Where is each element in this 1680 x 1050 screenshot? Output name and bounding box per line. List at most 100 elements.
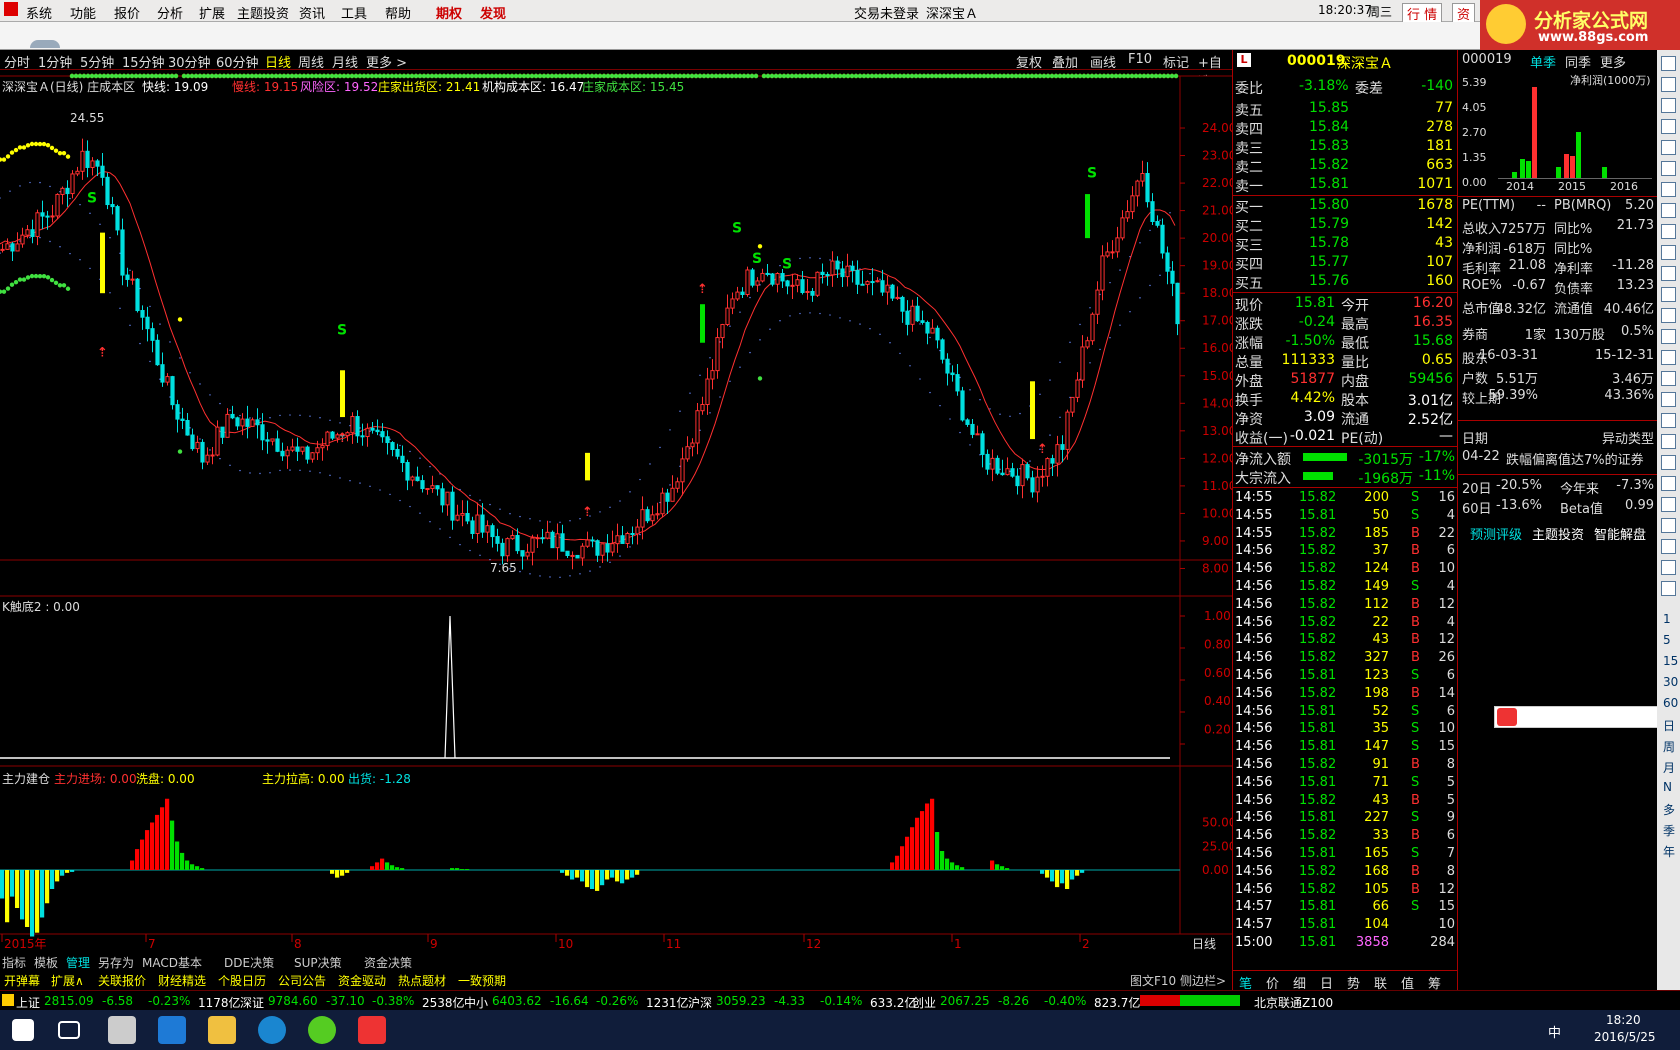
period-tab[interactable]: 月线 <box>332 52 358 71</box>
side-period-button[interactable]: 5 <box>1663 633 1671 647</box>
toolbar-knob[interactable] <box>30 40 60 48</box>
discover-menu[interactable]: 发现 <box>480 3 506 22</box>
side-period-button[interactable]: 60 <box>1663 696 1678 710</box>
side-tool-icon[interactable] <box>1661 560 1676 575</box>
menu-item[interactable]: 扩展 <box>199 3 225 22</box>
period-tab[interactable]: 60分钟 <box>216 52 259 71</box>
chart-tool[interactable]: 画线 <box>1090 52 1116 71</box>
side-tool-icon[interactable] <box>1661 287 1676 302</box>
graphic-f10-tab[interactable]: 图文F10 <box>1130 972 1176 989</box>
order-book-row[interactable]: 卖二 15.82 663 <box>1233 156 1457 176</box>
side-tool-icon[interactable] <box>1661 245 1676 260</box>
menu-item[interactable]: 工具 <box>341 3 367 22</box>
order-book-row[interactable]: 买五 15.76 160 <box>1233 272 1457 292</box>
chart-tool[interactable]: 标记 <box>1163 52 1189 71</box>
side-period-button[interactable]: 30 <box>1663 675 1678 689</box>
function-tab[interactable]: 关联报价 <box>98 972 146 989</box>
period-tab[interactable]: 1分钟 <box>38 52 72 71</box>
period-tab[interactable]: 分时 <box>4 52 30 71</box>
order-book-row[interactable]: 卖四 15.84 278 <box>1233 118 1457 138</box>
chart-tool[interactable]: 叠加 <box>1052 52 1078 71</box>
indicator-tab[interactable]: 另存为 <box>98 954 134 971</box>
side-tool-icon[interactable] <box>1661 56 1676 71</box>
function-tab[interactable]: 财经精选 <box>158 972 206 989</box>
order-book-row[interactable]: 买三 15.78 43 <box>1233 234 1457 254</box>
function-tab[interactable]: 资金驱动 <box>338 972 386 989</box>
side-tool-icon[interactable] <box>1661 392 1676 407</box>
kline-chart[interactable]: 深深宝Ａ(日线) 庄成本区 快线: 19.09 慢线: 19.15 风险区: 1… <box>0 70 1232 965</box>
side-period-button[interactable]: 日 <box>1663 717 1675 734</box>
indicator-tab[interactable]: MACD基本 <box>142 954 202 971</box>
asset-button[interactable]: 资 <box>1452 3 1476 24</box>
side-tool-icon[interactable] <box>1661 308 1676 323</box>
side-period-button[interactable]: 15 <box>1663 654 1678 668</box>
side-tool-icon[interactable] <box>1661 266 1676 281</box>
side-period-button[interactable]: 周 <box>1663 738 1675 755</box>
side-period-button[interactable]: 1 <box>1663 612 1671 626</box>
indicator-tab[interactable]: DDE决策 <box>224 954 274 971</box>
side-tool-icon[interactable] <box>1661 350 1676 365</box>
k-app-icon[interactable] <box>258 1016 286 1044</box>
ime-toolbar[interactable] <box>1494 706 1658 728</box>
menu-item[interactable]: 分析 <box>157 3 183 22</box>
stock-app-icon[interactable] <box>358 1016 386 1044</box>
side-tool-icon[interactable] <box>1661 140 1676 155</box>
side-tool-icon[interactable] <box>1661 119 1676 134</box>
app-taskbar-icon[interactable] <box>108 1016 136 1044</box>
index-name[interactable]: 创业 <box>912 994 936 1010</box>
order-book-row[interactable]: 买二 15.79 142 <box>1233 215 1457 235</box>
menu-item[interactable]: 主题投资 <box>237 3 289 22</box>
side-tool-icon[interactable] <box>1661 98 1676 113</box>
period-tab-active[interactable]: 日线 <box>265 52 291 71</box>
order-book-row[interactable]: 买四 15.77 107 <box>1233 253 1457 273</box>
taskbar-date[interactable]: 2016/5/25 <box>1594 1030 1656 1044</box>
side-tool-icon[interactable] <box>1661 182 1676 197</box>
windows-start-icon[interactable] <box>12 1019 34 1041</box>
task-view-icon[interactable] <box>58 1021 80 1039</box>
login-status[interactable]: 交易未登录 <box>854 3 919 22</box>
side-tool-icon[interactable] <box>1661 413 1676 428</box>
menu-item[interactable]: 资讯 <box>299 3 325 22</box>
order-book-row[interactable]: 卖五 15.85 77 <box>1233 99 1457 119</box>
side-period-button[interactable]: 月 <box>1663 759 1675 776</box>
indicator-tab[interactable]: 资金决策 <box>364 954 412 971</box>
function-tab[interactable]: 公司公告 <box>278 972 326 989</box>
indicator-tab[interactable]: 指标 <box>2 954 26 971</box>
menu-item[interactable]: 帮助 <box>385 3 411 22</box>
indicator-tab[interactable]: SUP决策 <box>294 954 342 971</box>
menu-item[interactable]: 系统 <box>26 3 52 22</box>
side-tool-icon[interactable] <box>1661 371 1676 386</box>
side-tool-icon[interactable] <box>1661 476 1676 491</box>
f10-tab[interactable]: 同季 <box>1565 52 1591 71</box>
chart-tool[interactable]: F10 <box>1128 52 1152 67</box>
side-tool-icon[interactable] <box>1661 329 1676 344</box>
order-book-row[interactable]: 卖三 15.83 181 <box>1233 137 1457 157</box>
indicator-tab[interactable]: 管理 <box>66 954 90 971</box>
function-tab[interactable]: 个股日历 <box>218 972 266 989</box>
browser-icon[interactable] <box>308 1016 336 1044</box>
side-tool-icon[interactable] <box>1661 455 1676 470</box>
side-tool-icon[interactable] <box>1661 518 1676 533</box>
event-row[interactable]: 04-22 跌幅偏离值达7%的证券 <box>1458 449 1658 469</box>
f10-link[interactable]: 主题投资 <box>1532 524 1584 543</box>
period-more[interactable]: 更多 > <box>366 52 407 71</box>
chart-tool[interactable]: 复权 <box>1016 52 1042 71</box>
side-tool-icon[interactable] <box>1661 434 1676 449</box>
function-tab[interactable]: 一致预期 <box>458 972 506 989</box>
period-tab[interactable]: 5分钟 <box>80 52 114 71</box>
menu-item[interactable]: 功能 <box>70 3 96 22</box>
period-tab[interactable]: 30分钟 <box>168 52 211 71</box>
f10-tab[interactable]: 单季 <box>1530 52 1556 71</box>
index-name[interactable]: 深证 <box>240 994 264 1010</box>
sidebar-tab[interactable]: 侧边栏> <box>1180 972 1226 989</box>
qiquan-menu[interactable]: 期权 <box>436 3 462 22</box>
menu-item[interactable]: 报价 <box>114 3 140 22</box>
side-period-button[interactable]: 多 <box>1663 801 1675 818</box>
f10-link[interactable]: 智能解盘 <box>1594 524 1646 543</box>
side-tool-icon[interactable] <box>1661 161 1676 176</box>
function-tab[interactable]: 扩展∧ <box>51 972 84 989</box>
side-tool-icon[interactable] <box>1661 224 1676 239</box>
side-tool-icon[interactable] <box>1661 581 1676 596</box>
f10-link[interactable]: 预测评级 <box>1470 524 1522 543</box>
indicator-tab[interactable]: 模板 <box>34 954 58 971</box>
